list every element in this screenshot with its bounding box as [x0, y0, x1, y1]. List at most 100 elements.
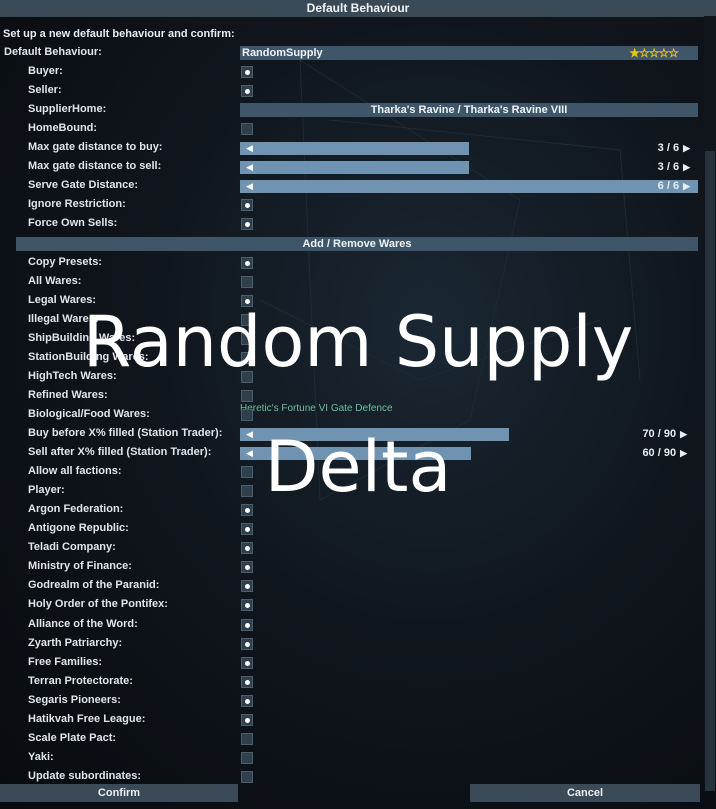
- row-ware: Copy Presets:: [0, 254, 716, 272]
- slider-fill: [240, 142, 469, 155]
- checkbox[interactable]: [241, 485, 253, 497]
- checkbox[interactable]: [241, 599, 253, 611]
- checkbox[interactable]: [241, 199, 253, 211]
- row-slider: Serve Gate Distance: ◀ 6 / 6 ▶: [0, 177, 716, 195]
- row-ware: Biological/Food Wares:: [0, 406, 716, 424]
- slider[interactable]: ◀ 70 / 90 ▶: [240, 428, 695, 441]
- field-label: Free Families:: [28, 656, 102, 668]
- dropdown-value: RandomSupply: [242, 47, 323, 59]
- slider[interactable]: ◀ 60 / 90 ▶: [240, 447, 695, 460]
- checkbox[interactable]: [241, 619, 253, 631]
- row-slider: Max gate distance to buy: ◀ 3 / 6 ▶: [0, 139, 716, 157]
- slider-right-arrow-icon[interactable]: ▶: [683, 162, 690, 172]
- window-title: Default Behaviour: [0, 0, 716, 17]
- field-label: Illegal Wares:: [28, 313, 99, 325]
- slider[interactable]: ◀ 3 / 6 ▶: [240, 161, 698, 174]
- checkbox[interactable]: [241, 676, 253, 688]
- slider-value-text: 6 / 6: [657, 180, 680, 192]
- row-trader-slider: Buy before X% filled (Station Trader): ◀ 7…: [0, 425, 716, 443]
- checkbox[interactable]: [241, 66, 253, 78]
- checkbox[interactable]: [241, 333, 253, 345]
- field-label: Teladi Company:: [28, 541, 116, 553]
- row-ware: Legal Wares:: [0, 292, 716, 310]
- checkbox[interactable]: [241, 504, 253, 516]
- slider-value: 3 / 6 ▶: [658, 142, 690, 155]
- checkbox[interactable]: [241, 580, 253, 592]
- checkbox[interactable]: [241, 218, 253, 230]
- row-ware: HighTech Wares:: [0, 368, 716, 386]
- checkbox[interactable]: [241, 771, 253, 783]
- checkbox[interactable]: [241, 638, 253, 650]
- slider-right-arrow-icon[interactable]: ▶: [680, 429, 687, 439]
- field-label: ShipBuilding Wares:: [28, 332, 136, 344]
- checkbox[interactable]: [241, 371, 253, 383]
- checkbox[interactable]: [241, 409, 253, 421]
- slider-fill: [240, 161, 469, 174]
- checkbox[interactable]: [241, 752, 253, 764]
- field-label: Terran Protectorate:: [28, 675, 133, 687]
- checkbox[interactable]: [241, 123, 253, 135]
- slider-left-arrow-icon[interactable]: ◀: [246, 447, 253, 460]
- field-label: Godrealm of the Paranid:: [28, 579, 160, 591]
- supplier-home-button[interactable]: Tharka's Ravine / Tharka's Ravine VIII: [240, 103, 698, 117]
- field-label: Yaki:: [28, 751, 54, 763]
- field-label: SupplierHome:: [28, 103, 107, 115]
- checkbox[interactable]: [241, 523, 253, 535]
- wares-section-header[interactable]: Add / Remove Wares: [16, 237, 698, 251]
- field-label: Player:: [28, 484, 65, 496]
- checkbox[interactable]: [241, 561, 253, 573]
- row-faction: Scale Plate Pact:: [0, 730, 716, 748]
- field-label: Max gate distance to sell:: [28, 160, 162, 172]
- slider-left-arrow-icon[interactable]: ◀: [246, 161, 253, 174]
- slider-left-arrow-icon[interactable]: ◀: [246, 142, 253, 155]
- checkbox[interactable]: [241, 714, 253, 726]
- cancel-button[interactable]: Cancel: [470, 784, 700, 802]
- field-label: Zyarth Patriarchy:: [28, 637, 123, 649]
- slider-right-arrow-icon[interactable]: ▶: [680, 448, 687, 458]
- slider-fill: [240, 180, 698, 193]
- slider-value-text: 3 / 6: [657, 161, 680, 173]
- slider-left-arrow-icon[interactable]: ◀: [246, 428, 253, 441]
- slider-value-text: 70 / 90: [642, 428, 677, 440]
- checkbox[interactable]: [241, 85, 253, 97]
- row-faction: Segaris Pioneers:: [0, 692, 716, 710]
- row-option: Seller:: [0, 82, 716, 100]
- slider-left-arrow-icon[interactable]: ◀: [246, 180, 253, 193]
- default-behaviour-dropdown[interactable]: RandomSupply ★☆☆☆☆: [240, 46, 698, 60]
- checkbox[interactable]: [241, 352, 253, 364]
- checkbox[interactable]: [241, 295, 253, 307]
- checkbox[interactable]: [241, 390, 253, 402]
- scrollbar[interactable]: [704, 16, 716, 791]
- checkbox[interactable]: [241, 733, 253, 745]
- row-faction: Argon Federation:: [0, 501, 716, 519]
- row-trader-slider: Sell after X% filled (Station Trader): ◀ 6…: [0, 444, 716, 462]
- field-label: Refined Wares:: [28, 389, 108, 401]
- slider[interactable]: ◀ 3 / 6 ▶: [240, 142, 698, 155]
- row-faction: Ministry of Finance:: [0, 558, 716, 576]
- slider-right-arrow-icon[interactable]: ▶: [683, 181, 690, 191]
- field-label: Antigone Republic:: [28, 522, 129, 534]
- checkbox[interactable]: [241, 542, 253, 554]
- checkbox[interactable]: [241, 276, 253, 288]
- slider-value: 3 / 6 ▶: [658, 161, 690, 174]
- slider[interactable]: ◀ 6 / 6 ▶: [240, 180, 698, 193]
- checkbox[interactable]: [241, 257, 253, 269]
- checkbox[interactable]: [241, 657, 253, 669]
- field-label: Default Behaviour:: [4, 46, 102, 58]
- scrollbar-thumb[interactable]: [705, 151, 715, 791]
- checkbox[interactable]: [241, 466, 253, 478]
- row-faction: Antigone Republic:: [0, 520, 716, 538]
- row-faction: Yaki:: [0, 749, 716, 767]
- field-label: Buyer:: [28, 65, 63, 77]
- field-label: Alliance of the Word:: [28, 618, 138, 630]
- checkbox[interactable]: [241, 314, 253, 326]
- slider-right-arrow-icon[interactable]: ▶: [683, 143, 690, 153]
- field-label: All Wares:: [28, 275, 82, 287]
- slider-value: 6 / 6 ▶: [658, 180, 690, 193]
- row-faction: Holy Order of the Pontifex:: [0, 596, 716, 614]
- confirm-button[interactable]: Confirm: [0, 784, 238, 802]
- checkbox[interactable]: [241, 695, 253, 707]
- field-label: Hatikvah Free League:: [28, 713, 146, 725]
- slider-value: 70 / 90 ▶: [642, 428, 687, 441]
- row-option: Ignore Restriction:: [0, 196, 716, 214]
